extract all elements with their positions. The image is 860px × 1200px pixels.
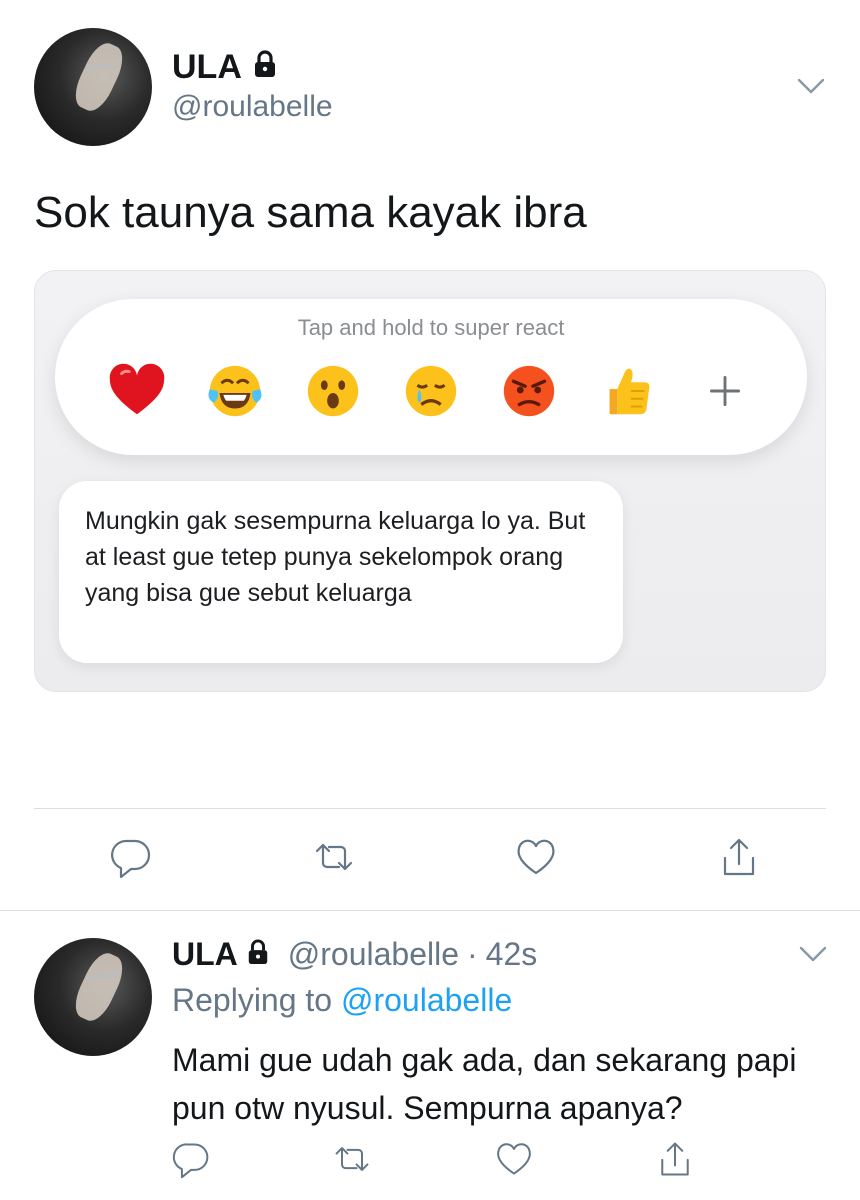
author-name: ULA	[172, 48, 242, 86]
chevron-down-icon[interactable]	[798, 944, 828, 964]
replying-to-line: Replying to @roulabelle	[172, 982, 512, 1019]
reply-icon[interactable]	[108, 834, 154, 880]
tweet-actions	[108, 834, 762, 880]
reaction-row	[105, 359, 757, 425]
reaction-hint: Tap and hold to super react	[297, 315, 565, 340]
thumbs-up-icon	[595, 360, 659, 424]
like-icon[interactable]	[513, 834, 559, 880]
angry-icon	[497, 360, 561, 424]
reply-author-handle[interactable]: @roulabelle	[288, 936, 459, 973]
author-avatar[interactable]	[34, 28, 152, 146]
reply-actions	[168, 1136, 698, 1182]
retweet-icon[interactable]	[311, 834, 357, 880]
replying-to-mention[interactable]: @roulabelle	[341, 982, 512, 1018]
reply-author-name[interactable]: ULA	[172, 936, 238, 973]
replying-to-label: Replying to	[172, 982, 333, 1018]
tweet-media[interactable]: Tap and hold to super react Mungkin gak …	[34, 270, 826, 692]
crying-icon	[399, 360, 463, 424]
reply-timestamp[interactable]: 42s	[486, 936, 538, 973]
retweet-icon[interactable]	[329, 1136, 375, 1182]
add-reaction-icon	[693, 360, 757, 424]
reply-icon[interactable]	[168, 1136, 214, 1182]
divider	[34, 808, 826, 809]
divider	[0, 910, 860, 911]
separator-dot: ·	[467, 936, 478, 972]
share-icon[interactable]	[716, 834, 762, 880]
tweet-text: Sok taunya sama kayak ibra	[34, 188, 587, 237]
chat-message-bubble: Mungkin gak sesempurna keluarga lo ya. B…	[59, 481, 623, 663]
chevron-down-icon[interactable]	[796, 76, 826, 96]
like-icon[interactable]	[491, 1136, 537, 1182]
reaction-bar: Tap and hold to super react	[55, 299, 807, 455]
reply-header: ULA @roulabelle · 42s	[172, 936, 537, 973]
tears-of-joy-icon	[203, 360, 267, 424]
author-handle[interactable]: @roulabelle	[172, 90, 333, 124]
share-icon[interactable]	[652, 1136, 698, 1182]
surprised-icon	[301, 360, 365, 424]
lock-icon	[252, 48, 278, 87]
heart-icon	[105, 360, 169, 424]
reply-author-avatar[interactable]	[34, 938, 152, 1056]
reply-text: Mami gue udah gak ada, dan sekarang papi…	[172, 1042, 797, 1126]
author-name-row[interactable]: ULA	[172, 48, 278, 87]
lock-icon	[246, 936, 270, 973]
